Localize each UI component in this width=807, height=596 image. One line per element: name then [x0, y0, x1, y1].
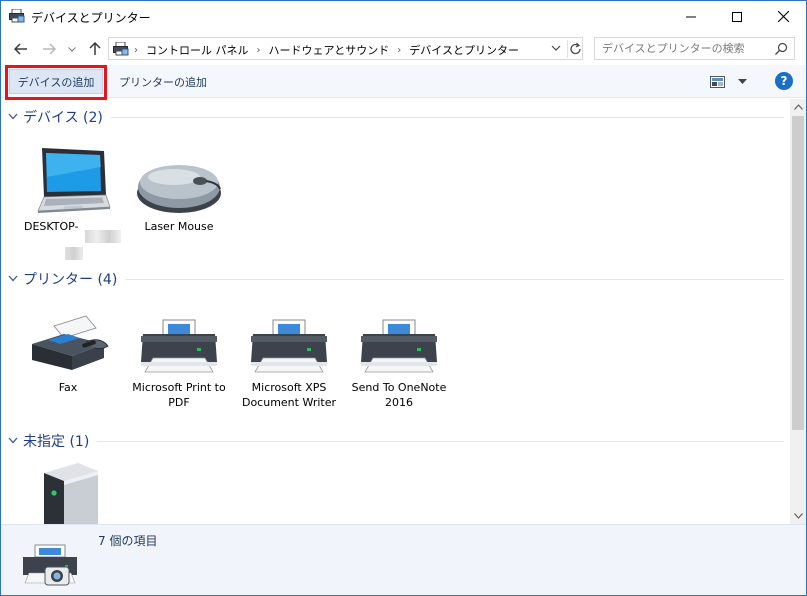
- devices-and-printers-details-icon: [21, 543, 79, 592]
- refresh-icon: [570, 42, 581, 55]
- printer-label: Send To OneNote 2016: [351, 381, 447, 409]
- recent-locations-button[interactable]: [65, 39, 79, 59]
- devices-and-printers-window: デバイスとプリンター › コントロール パネル › ハードウェアとサウンド › …: [0, 0, 807, 596]
- search-icon[interactable]: [773, 41, 789, 60]
- printer-item-send-to-onenote-2016[interactable]: Send To OneNote 2016: [345, 306, 453, 410]
- chevron-down-icon: [8, 112, 20, 123]
- printer-item-microsoft-print-to-pdf[interactable]: Microsoft Print to PDF: [125, 306, 233, 410]
- address-dropdown-button[interactable]: [550, 42, 564, 56]
- scrollbar-thumb[interactable]: [792, 116, 804, 430]
- view-options-icon: [710, 75, 725, 88]
- devices-and-printers-location-icon: [113, 41, 129, 59]
- command-bar: デバイスの追加 プリンターの追加 ?: [1, 65, 806, 98]
- group-divider: [110, 116, 784, 118]
- chevron-down-icon: [738, 79, 747, 84]
- help-icon[interactable]: ?: [775, 72, 793, 90]
- close-icon: [777, 11, 789, 22]
- breadcrumb: › コントロール パネル › ハードウェアとサウンド › デバイスとプリンター: [134, 42, 519, 58]
- group-header-devices[interactable]: デバイス (2): [8, 108, 784, 126]
- up-button[interactable]: [85, 39, 105, 59]
- item-count: 7 個の項目: [98, 534, 158, 548]
- printer-icon: [361, 319, 437, 373]
- vertical-scrollbar[interactable]: [790, 99, 806, 524]
- printer-icon: [251, 319, 327, 373]
- scroll-up-button[interactable]: [790, 99, 806, 115]
- breadcrumb-separator-icon: ›: [397, 44, 402, 56]
- refresh-button[interactable]: [567, 40, 583, 58]
- group-label-printers: プリンター (4): [23, 272, 118, 288]
- change-view-button[interactable]: [710, 73, 750, 91]
- chevron-down-icon: [793, 513, 803, 519]
- breadcrumb-devices-and-printers[interactable]: デバイスとプリンター: [409, 42, 519, 58]
- address-bar[interactable]: › コントロール パネル › ハードウェアとサウンド › デバイスとプリンター: [108, 37, 583, 60]
- navigation-bar: › コントロール パネル › ハードウェアとサウンド › デバイスとプリンター: [1, 34, 806, 64]
- printer-icon: [141, 319, 217, 373]
- add-printer-button[interactable]: プリンターの追加: [111, 69, 215, 94]
- search-box: [594, 37, 795, 60]
- forward-button[interactable]: [39, 39, 59, 59]
- printer-item-microsoft-xps-document-writer[interactable]: Microsoft XPS Document Writer: [235, 306, 343, 410]
- scroll-down-button[interactable]: [790, 508, 806, 524]
- close-button[interactable]: [760, 1, 806, 32]
- group-divider: [125, 278, 784, 280]
- device-list: デバイス (2) DESKTOP- Laser Mouse プリンター (4) …: [1, 99, 790, 524]
- forward-arrow-icon: [43, 43, 56, 55]
- group-label-devices: デバイス (2): [23, 110, 103, 126]
- breadcrumb-hardware-and-sound[interactable]: ハードウェアとサウンド: [269, 42, 390, 58]
- chevron-down-icon: [68, 46, 76, 52]
- fax-icon: [32, 315, 109, 370]
- device-item-laser-mouse[interactable]: Laser Mouse: [125, 145, 233, 234]
- unspecified-item-server[interactable]: [14, 459, 122, 524]
- device-label: Laser Mouse: [144, 220, 214, 233]
- group-header-printers[interactable]: プリンター (4): [8, 270, 784, 288]
- breadcrumb-separator-icon: ›: [134, 44, 138, 56]
- printer-label: Microsoft XPS Document Writer: [241, 381, 337, 409]
- devices-and-printers-app-icon: [9, 8, 25, 23]
- group-label-unspecified: 未指定 (1): [23, 434, 90, 450]
- laptop-icon: [37, 148, 111, 213]
- title-bar: デバイスとプリンター: [1, 1, 806, 32]
- printer-item-fax[interactable]: Fax: [14, 306, 122, 395]
- back-button[interactable]: [11, 39, 31, 59]
- add-device-button[interactable]: デバイスの追加: [9, 69, 103, 94]
- minimize-icon: [686, 16, 696, 17]
- search-input[interactable]: [595, 38, 765, 59]
- server-tower-icon: [44, 463, 98, 524]
- device-item-desktop[interactable]: DESKTOP-: [14, 145, 122, 234]
- chevron-down-icon: [551, 45, 561, 51]
- minimize-button[interactable]: [668, 1, 714, 32]
- maximize-icon: [732, 11, 742, 22]
- printer-label: Fax: [58, 381, 78, 394]
- mouse-icon: [137, 165, 221, 213]
- up-arrow-icon: [89, 42, 101, 55]
- printer-label: Microsoft Print to PDF: [132, 381, 226, 409]
- group-divider: [97, 440, 784, 442]
- back-arrow-icon: [14, 43, 27, 55]
- chevron-down-icon: [8, 274, 20, 285]
- group-header-unspecified[interactable]: 未指定 (1): [8, 432, 784, 450]
- breadcrumb-separator-icon: ›: [256, 44, 261, 56]
- window-title: デバイスとプリンター: [31, 11, 151, 25]
- chevron-up-icon: [793, 104, 803, 110]
- details-pane: 7 個の項目: [1, 524, 806, 595]
- redacted-name: [65, 247, 83, 260]
- maximize-button[interactable]: [714, 1, 760, 32]
- chevron-down-icon: [8, 436, 20, 447]
- breadcrumb-control-panel[interactable]: コントロール パネル: [146, 42, 249, 58]
- redacted-name: [85, 230, 121, 243]
